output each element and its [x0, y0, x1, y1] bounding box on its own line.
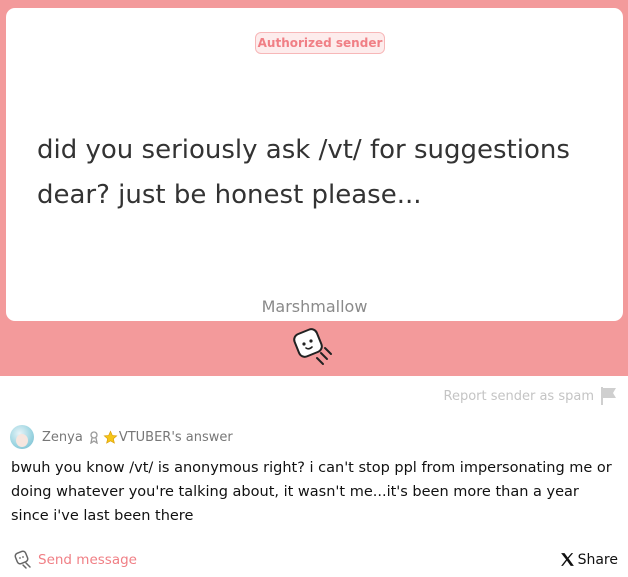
- marshmallow-mascot-icon: [293, 328, 332, 365]
- flag-icon: [601, 387, 616, 405]
- send-message-button[interactable]: Send message: [12, 549, 137, 571]
- answerer-line: Zenya VTUBER's answer: [10, 425, 233, 449]
- answerer-name[interactable]: Zenya: [42, 430, 83, 445]
- answer-heading-suffix: VTUBER's answer: [118, 429, 233, 445]
- authorized-sender-badge: Authorized sender: [255, 32, 385, 54]
- send-message-icon: [14, 550, 31, 569]
- question-text: did you seriously ask /vt/ for suggestio…: [37, 135, 570, 210]
- report-spam-label: Report sender as spam: [443, 388, 595, 404]
- answer-text: bwuh you know /vt/ is anonymous right? i…: [11, 460, 612, 524]
- star-icon: [103, 429, 118, 444]
- ribbon-icon: [89, 431, 98, 444]
- share-button[interactable]: Share: [559, 551, 618, 568]
- question-card: Authorized sender did you seriously ask …: [6, 8, 623, 321]
- share-label: Share: [577, 551, 618, 568]
- x-logo-icon: [560, 553, 574, 566]
- send-message-label: Send message: [38, 552, 137, 568]
- report-spam-link[interactable]: Report sender as spam: [444, 386, 619, 406]
- brand-label: Marshmallow: [261, 297, 368, 316]
- avatar[interactable]: [10, 425, 34, 449]
